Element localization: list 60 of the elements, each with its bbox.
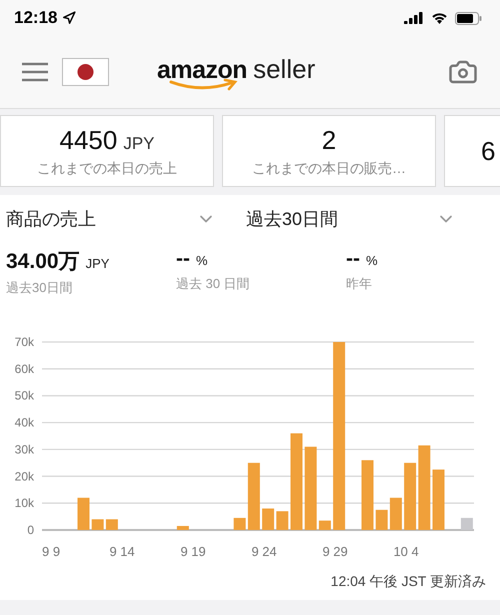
battery-icon <box>455 12 482 24</box>
x-tick-label: 9 29 <box>322 544 348 559</box>
bar <box>234 518 246 530</box>
bar <box>318 520 331 530</box>
bar <box>432 470 444 530</box>
x-tick-label: 9 19 <box>180 544 206 559</box>
card-value: 2 <box>322 124 336 156</box>
x-tick-label: 9 24 <box>251 544 277 559</box>
card-label: これまでの本日の売上 <box>37 160 177 178</box>
stat-unit: % <box>366 253 378 268</box>
card-label: これまでの本日の販売… <box>252 160 406 178</box>
location-arrow-icon <box>62 11 76 25</box>
bar <box>248 462 260 530</box>
logo-product: seller <box>253 54 316 84</box>
y-tick-label: 70k <box>14 335 34 349</box>
bar <box>460 518 473 530</box>
signal-icon <box>404 12 424 24</box>
card-value: 4450 <box>59 124 118 156</box>
smile-arrow-icon <box>169 78 239 90</box>
x-tick-label: 9 9 <box>42 544 60 559</box>
bar <box>376 510 388 530</box>
flag-icon[interactable] <box>62 58 109 86</box>
x-tick-label: 9 14 <box>109 544 135 559</box>
updated-time: 12:04 午後 JST 更新済み <box>330 573 486 591</box>
bar <box>390 498 402 530</box>
logo-brand: amazon <box>157 56 248 84</box>
y-tick-label: 60k <box>14 362 34 376</box>
bar <box>176 526 189 530</box>
bar <box>92 519 104 530</box>
summary-card[interactable]: 2 これまでの本日の販売… <box>222 115 436 187</box>
y-tick-label: 20k <box>14 469 34 484</box>
x-tick-label: 10 4 <box>393 544 419 559</box>
status-time: 12:18 <box>14 8 58 28</box>
bar <box>262 508 274 530</box>
stat-value: -- <box>176 247 190 271</box>
stat-caption: 過去 30 日間 <box>176 275 251 293</box>
stat-unit: JPY <box>86 256 110 271</box>
stat-value: 34.00万 <box>6 249 80 275</box>
stat-value: -- <box>346 247 360 271</box>
stat-caption: 過去30日間 <box>6 279 74 297</box>
bar <box>106 519 118 530</box>
summary-card[interactable]: 4450 JPY これまでの本日の売上 <box>0 115 214 187</box>
y-tick-label: 40k <box>14 416 34 430</box>
card-value: 6 <box>481 136 496 166</box>
filter-dropdown[interactable]: 商品の売上 <box>6 207 246 231</box>
y-tick-label: 30k <box>14 442 34 456</box>
wifi-icon <box>431 12 448 24</box>
y-tick-label: 50k <box>14 388 34 403</box>
stat-caption: 昨年 <box>346 275 373 293</box>
bar <box>362 460 374 530</box>
menu-icon[interactable] <box>22 62 48 82</box>
stat-unit: % <box>196 253 208 268</box>
bar <box>78 498 90 530</box>
y-tick-label: 10k <box>14 496 34 510</box>
card-unit: JPY <box>123 134 155 154</box>
y-tick-label: 0 <box>27 523 34 537</box>
bar <box>276 511 288 530</box>
filter-dropdown[interactable]: 過去30日間 <box>246 207 486 231</box>
bar <box>404 462 416 530</box>
summary-card[interactable]: 6 <box>444 115 500 187</box>
